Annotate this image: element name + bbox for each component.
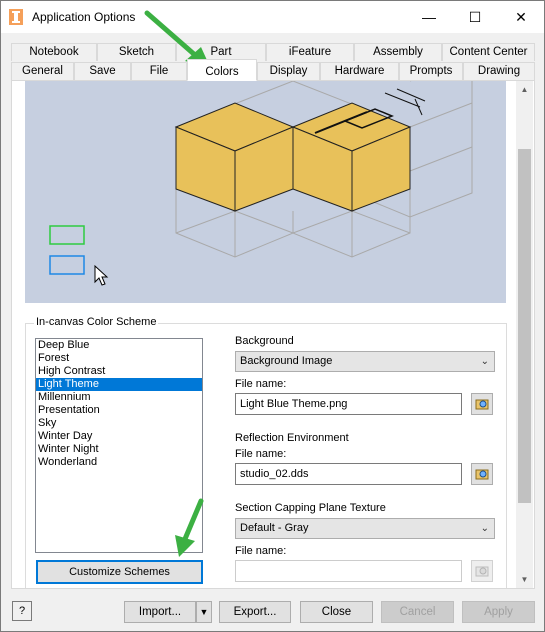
background-label: Background [235,335,294,347]
panel-scrollbar[interactable]: ▲ ▼ [516,81,533,588]
app-logo-icon [9,9,23,25]
color-scheme-list[interactable]: Deep Blue Forest High Contrast Light The… [35,338,203,553]
import-button[interactable]: Import... [124,601,196,623]
close-button[interactable]: Close [300,601,373,623]
minimize-icon: — [422,9,436,25]
list-item[interactable]: Winter Night [36,443,202,456]
tab-general[interactable]: General [11,62,74,80]
list-item[interactable]: Winter Day [36,430,202,443]
background-browse-button[interactable] [471,393,493,415]
tab-prompts[interactable]: Prompts [399,62,463,80]
list-item[interactable]: Wonderland [36,456,202,469]
close-window-button[interactable]: ✕ [498,1,544,33]
tab-display[interactable]: Display [257,62,320,80]
colors-tab-panel: ▲ ▼ In-canvas Color Scheme Deep Blue For… [11,80,535,589]
tab-save[interactable]: Save [74,62,131,80]
background-file-label: File name: [235,378,287,390]
maximize-button[interactable]: ☐ [452,1,498,33]
tab-notebook[interactable]: Notebook [11,43,97,61]
tab-assembly[interactable]: Assembly [354,43,442,61]
section-capping-value: Default - Gray [240,522,309,534]
color-scheme-preview [25,81,506,303]
close-icon: ✕ [515,8,527,25]
apply-button[interactable]: Apply [462,601,535,623]
browse-folder-icon [475,469,489,480]
list-item[interactable]: Presentation [36,404,202,417]
chevron-down-icon: ⌄ [480,523,489,534]
list-item[interactable]: High Contrast [36,365,202,378]
minimize-button[interactable]: — [406,1,452,33]
background-file-input[interactable]: Light Blue Theme.png [235,393,462,415]
tab-colors[interactable]: Colors [187,59,257,81]
tab-sketch[interactable]: Sketch [97,43,176,61]
scroll-up-icon[interactable]: ▲ [516,81,533,98]
tab-ifeature[interactable]: iFeature [266,43,354,61]
section-capping-dropdown[interactable]: Default - Gray ⌄ [235,518,495,539]
cancel-button[interactable]: Cancel [381,601,454,623]
section-capping-file-input[interactable] [235,560,462,582]
section-capping-browse-button[interactable] [471,560,493,582]
list-item[interactable]: Sky [36,417,202,430]
tab-content-center[interactable]: Content Center [442,43,535,61]
in-canvas-color-scheme-group: In-canvas Color Scheme Deep Blue Forest … [25,316,507,588]
list-item[interactable]: Millennium [36,391,202,404]
reflection-label: Reflection Environment [235,432,349,444]
dropdown-arrow-icon: ▼ [199,607,209,617]
import-dropdown-button[interactable]: ▼ [196,601,212,623]
list-item-selected[interactable]: Light Theme [36,378,202,391]
reflection-file-input[interactable]: studio_02.dds [235,463,462,485]
scrollbar-thumb[interactable] [518,149,531,503]
list-item[interactable]: Deep Blue [36,339,202,352]
tab-hardware[interactable]: Hardware [320,62,399,80]
window-title: Application Options [32,10,136,24]
group-title: In-canvas Color Scheme [34,316,159,328]
title-bar: Application Options — ☐ ✕ [1,1,544,33]
browse-folder-icon [475,566,489,577]
tab-drawing[interactable]: Drawing [463,62,535,80]
background-dropdown[interactable]: Background Image ⌄ [235,351,495,372]
reflection-file-label: File name: [235,448,287,460]
chevron-down-icon: ⌄ [480,356,489,367]
customize-schemes-button[interactable]: Customize Schemes [36,560,203,584]
list-item[interactable]: Forest [36,352,202,365]
help-button[interactable]: ? [12,601,32,621]
reflection-browse-button[interactable] [471,463,493,485]
section-capping-label: Section Capping Plane Texture [235,502,386,514]
tab-row-top: Notebook Sketch Part iFeature Assembly C… [11,43,535,61]
scroll-down-icon[interactable]: ▼ [516,571,533,588]
tab-row-bottom: General Save File Colors Display Hardwar… [11,59,535,81]
application-options-window: Application Options — ☐ ✕ Notebook Sketc… [0,0,545,632]
preview-cubes-illustration [49,81,473,286]
export-button[interactable]: Export... [219,601,291,623]
section-capping-file-label: File name: [235,545,287,557]
browse-folder-icon [475,399,489,410]
tab-file[interactable]: File [131,62,187,80]
background-value: Background Image [240,355,333,367]
maximize-icon: ☐ [468,8,482,25]
